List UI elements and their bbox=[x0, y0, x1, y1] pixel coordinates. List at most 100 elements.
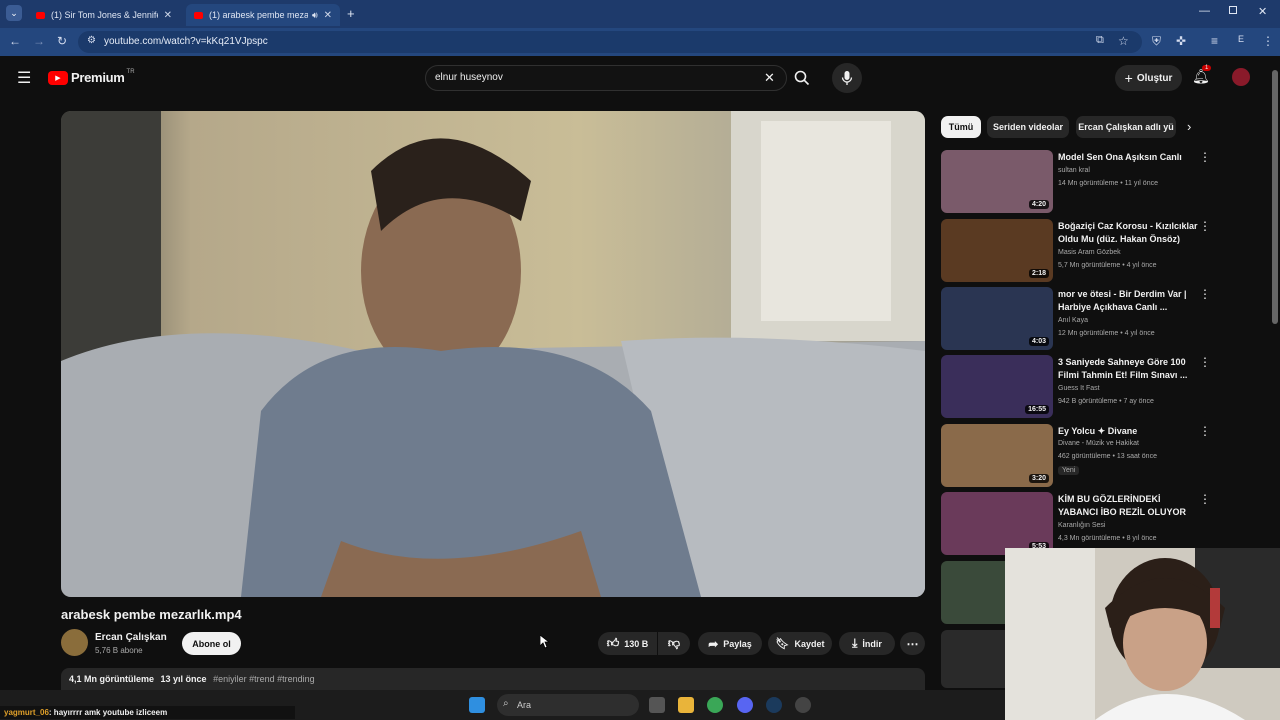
chip-all[interactable]: Tümü bbox=[941, 116, 981, 138]
download-button[interactable]: ⤓ İndir bbox=[839, 632, 895, 655]
recommendation-meta: 14 Mn görüntüleme • 11 yıl önce bbox=[1058, 180, 1158, 187]
share-label: Paylaş bbox=[723, 638, 752, 649]
mouse-cursor-icon bbox=[540, 635, 550, 649]
search-input[interactable]: elnur huseynov ✕ bbox=[425, 65, 787, 91]
create-label: Oluştur bbox=[1136, 72, 1173, 84]
new-tab-icon[interactable]: + bbox=[347, 6, 355, 21]
media-icon[interactable]: ≡ bbox=[1211, 34, 1218, 48]
subscriber-count: 5,76 B abone bbox=[95, 646, 143, 655]
more-actions-button[interactable]: ⋯ bbox=[900, 632, 925, 655]
channel-name[interactable]: Ercan Çalışkan bbox=[95, 632, 167, 643]
extensions-icon[interactable]: ✜ bbox=[1176, 34, 1186, 48]
description-box[interactable]: 4,1 Mn görüntüleme 13 yıl önce #eniyiler… bbox=[61, 668, 925, 690]
more-horizontal-icon: ⋯ bbox=[906, 636, 919, 651]
windows-start-icon[interactable] bbox=[469, 697, 485, 713]
hashtags[interactable]: #eniyiler #trend #trending bbox=[213, 674, 315, 684]
recommendation-title: Boğaziçi Caz Korosu - Kızılcıklar Oldu M… bbox=[1058, 221, 1198, 244]
notification-badge: 1 bbox=[1202, 65, 1212, 71]
recommendation-channel: Anıl Kaya bbox=[1058, 317, 1088, 324]
duration-badge: 3:20 bbox=[1028, 474, 1049, 483]
duration-badge: 4:20 bbox=[1028, 200, 1049, 209]
thumbnail: 2:18 bbox=[941, 219, 1053, 282]
like-count: 130 B bbox=[624, 638, 649, 649]
voice-search-button[interactable] bbox=[832, 63, 862, 93]
steam-icon[interactable] bbox=[766, 697, 782, 713]
install-icon[interactable]: ⧉ bbox=[1096, 34, 1104, 47]
recommendation-meta: 5,7 Mn görüntüleme • 4 yıl önce bbox=[1058, 262, 1157, 269]
channel-avatar[interactable] bbox=[61, 629, 88, 656]
shield-icon[interactable]: ⛨ bbox=[1152, 34, 1161, 49]
stream-chat-message: yagmurt_06: hayırrrr amk youtube izlicee… bbox=[0, 706, 295, 719]
recommendation-item[interactable]: 5:53 KİM BU GÖZLERİNDEKİ YABANCI İBO REZ… bbox=[941, 492, 1216, 556]
reload-icon[interactable]: ↻ bbox=[57, 34, 67, 48]
menu-kebab-icon[interactable]: ⋮ bbox=[1262, 34, 1274, 48]
site-info-icon[interactable]: ⚙ bbox=[87, 35, 96, 46]
more-options-icon[interactable]: ⋮ bbox=[1199, 355, 1211, 369]
youtube-logo[interactable]: ▶ Premium TR bbox=[48, 68, 135, 85]
browser-tab-2[interactable]: (1) arabesk pembe mezarlık 🔊︎ ✕ bbox=[186, 4, 340, 26]
more-options-icon[interactable]: ⋮ bbox=[1199, 287, 1211, 301]
page-scrollbar[interactable] bbox=[1272, 70, 1278, 324]
recommendation-meta: 462 görüntüleme • 13 saat önce bbox=[1058, 453, 1157, 460]
recommendation-title: Model Sen Ona Aşıksın Canlı bbox=[1058, 152, 1182, 162]
recommendation-item[interactable]: 3:20 Ey Yolcu ✦ Divane Divane - Müzik ve… bbox=[941, 424, 1216, 488]
speaker-icon[interactable]: 🔊︎ bbox=[312, 10, 318, 21]
bookmark-star-icon[interactable]: ☆ bbox=[1118, 34, 1129, 48]
webcam-frame bbox=[1005, 548, 1280, 720]
recommendation-item[interactable]: 2:18 Boğaziçi Caz Korosu - Kızılcıklar O… bbox=[941, 219, 1216, 283]
clear-search-icon[interactable]: ✕ bbox=[764, 70, 775, 86]
recommendation-item[interactable]: 16:55 3 Saniyede Sahneye Göre 100 Filmi … bbox=[941, 355, 1216, 419]
discord-icon[interactable] bbox=[737, 697, 753, 713]
more-options-icon[interactable]: ⋮ bbox=[1199, 150, 1211, 164]
browser-toolbar: ← → ↻ ⚙ youtube.com/watch?v=kKq21VJpspc … bbox=[0, 28, 1280, 56]
new-badge: Yeni bbox=[1058, 466, 1080, 475]
dislike-button[interactable]: 👎︎ bbox=[658, 632, 690, 655]
create-button[interactable]: + Oluştur bbox=[1115, 65, 1182, 91]
hamburger-menu-icon[interactable]: ☰ bbox=[17, 68, 31, 88]
url-text: youtube.com/watch?v=kKq21VJpspc bbox=[104, 36, 268, 47]
youtube-play-icon: ▶ bbox=[48, 70, 68, 85]
more-options-icon[interactable]: ⋮ bbox=[1199, 219, 1211, 233]
recommendation-item[interactable]: 4:20 Model Sen Ona Aşıksın Canlı sultan … bbox=[941, 150, 1216, 214]
share-button[interactable]: ➦ Paylaş bbox=[698, 632, 762, 655]
close-tab-icon[interactable]: ✕ bbox=[324, 10, 332, 21]
thumbnail[interactable] bbox=[941, 630, 1005, 688]
view-count: 4,1 Mn görüntüleme bbox=[69, 674, 155, 684]
app-icon[interactable] bbox=[795, 697, 811, 713]
recommendation-meta: 942 B görüntüleme • 7 ay önce bbox=[1058, 398, 1154, 405]
download-icon: ⤓ bbox=[852, 636, 858, 650]
account-avatar[interactable] bbox=[1232, 68, 1250, 86]
forward-icon[interactable]: → bbox=[33, 34, 45, 48]
video-player[interactable] bbox=[61, 111, 925, 597]
address-bar[interactable]: ⚙ youtube.com/watch?v=kKq21VJpspc ⧉ ☆ bbox=[78, 31, 1142, 53]
notifications-button[interactable]: 🔔︎ 1 bbox=[1192, 65, 1212, 86]
task-view-icon[interactable] bbox=[649, 697, 665, 713]
thumbnail[interactable] bbox=[941, 561, 1005, 624]
like-button[interactable]: 👍︎ 130 B bbox=[598, 632, 657, 655]
upload-age: 13 yıl önce bbox=[160, 674, 207, 684]
close-window-icon[interactable]: ✕ bbox=[1258, 5, 1267, 18]
more-options-icon[interactable]: ⋮ bbox=[1199, 492, 1211, 506]
chat-text: : hayırrrr amk youtube izliceem bbox=[48, 708, 168, 717]
chevron-right-icon[interactable]: › bbox=[1187, 119, 1191, 134]
restore-icon[interactable] bbox=[1229, 6, 1237, 14]
logo-badge: TR bbox=[126, 68, 135, 75]
thumbnail: 16:55 bbox=[941, 355, 1053, 418]
back-icon[interactable]: ← bbox=[9, 34, 21, 48]
search-button[interactable] bbox=[787, 65, 817, 91]
profile-avatar[interactable]: E bbox=[1238, 34, 1244, 44]
recommendation-item[interactable]: 4:03 mor ve ötesi - Bir Derdim Var | Har… bbox=[941, 287, 1216, 351]
close-tab-icon[interactable]: ✕ bbox=[164, 10, 172, 21]
minimize-icon[interactable]: — bbox=[1199, 5, 1210, 17]
more-options-icon[interactable]: ⋮ bbox=[1199, 424, 1211, 438]
chip-channel[interactable]: Ercan Çalışkan adlı yü bbox=[1076, 116, 1176, 138]
taskbar-search[interactable]: ⌕ Ara bbox=[497, 694, 639, 716]
save-button[interactable]: 🔖︎ Kaydet bbox=[768, 632, 832, 655]
tab-list-icon[interactable]: ⌄ bbox=[6, 5, 22, 21]
chip-series[interactable]: Seriden videolar bbox=[987, 116, 1069, 138]
browser-tab-1[interactable]: (1) Sir Tom Jones & Jennifer Hu ✕ bbox=[28, 4, 180, 26]
video-frame bbox=[61, 111, 925, 597]
subscribe-button[interactable]: Abone ol bbox=[182, 632, 241, 655]
chrome-icon[interactable] bbox=[707, 697, 723, 713]
file-explorer-icon[interactable] bbox=[678, 697, 694, 713]
